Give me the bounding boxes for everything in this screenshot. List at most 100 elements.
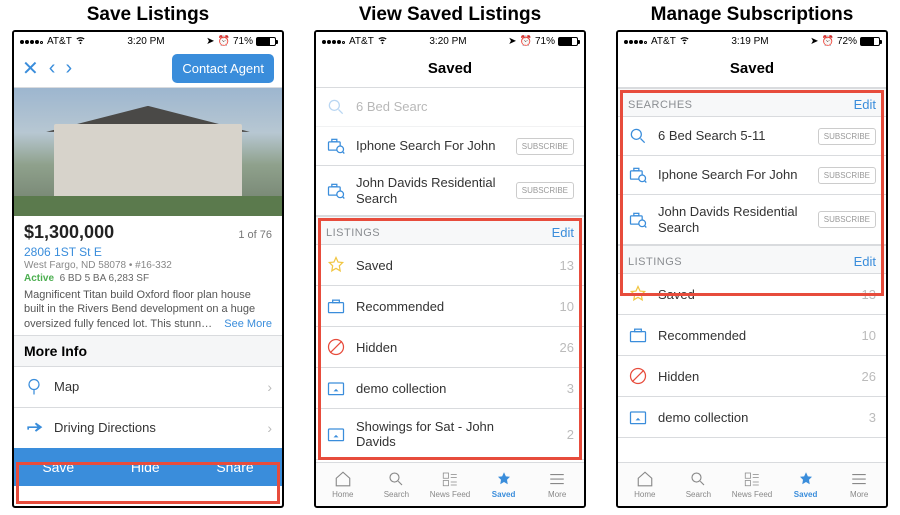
- map-row[interactable]: Map ›: [14, 367, 282, 408]
- briefcase-magnifier-icon: [326, 136, 346, 156]
- clock: 3:20 PM: [429, 36, 466, 47]
- item-count: 3: [567, 381, 574, 396]
- item-count: 26: [862, 369, 876, 384]
- tab-search[interactable]: Search: [672, 463, 726, 506]
- list-item[interactable]: Recommended 10: [316, 286, 584, 327]
- search-row[interactable]: Iphone Search For John SUBSCRIBE: [618, 156, 886, 195]
- star-icon: [326, 255, 346, 275]
- hide-button[interactable]: Hide: [131, 459, 160, 475]
- contact-agent-button[interactable]: Contact Agent: [172, 54, 274, 83]
- tab-saved[interactable]: Saved: [477, 463, 531, 506]
- share-button[interactable]: Share: [216, 459, 253, 475]
- phone-manage-subs: AT&T 3:19 PM ➤ ⏰ 72% Saved SEARCHES Edit…: [616, 30, 888, 508]
- battery-icon: [256, 37, 276, 46]
- search-row[interactable]: John Davids Residential Search SUBSCRIBE: [316, 166, 584, 216]
- tab-search[interactable]: Search: [370, 463, 424, 506]
- searches-header: SEARCHES Edit: [618, 88, 886, 117]
- subscribe-button[interactable]: SUBSCRIBE: [818, 167, 876, 184]
- list-item[interactable]: Showings for Sat - John Davids 2: [316, 409, 584, 460]
- search-label: Iphone Search For John: [356, 138, 506, 154]
- list-item[interactable]: Saved 13: [618, 274, 886, 315]
- list-item[interactable]: demo collection 3: [316, 368, 584, 409]
- directions-icon: [24, 418, 44, 438]
- wifi-icon: [679, 34, 690, 48]
- phone-save-listings: AT&T 3:20 PM ➤ ⏰ 71% ✕ ‹ › Contact Agent: [12, 30, 284, 508]
- edit-link[interactable]: Edit: [854, 254, 876, 269]
- tab-newsfeed[interactable]: News Feed: [423, 463, 477, 506]
- battery-icon: [860, 37, 880, 46]
- tab-more[interactable]: More: [530, 463, 584, 506]
- status-bar: AT&T 3:20 PM ➤ ⏰ 71%: [316, 32, 584, 50]
- close-icon[interactable]: ✕: [22, 56, 39, 81]
- search-label: 6 Bed Searc: [356, 99, 574, 115]
- battery-pct: 72%: [837, 36, 857, 47]
- prev-icon[interactable]: ‹: [49, 57, 56, 80]
- see-more-link[interactable]: See More: [224, 317, 272, 331]
- status-bar: AT&T 3:19 PM ➤ ⏰ 72%: [618, 32, 886, 50]
- subscribe-button[interactable]: SUBSCRIBE: [818, 211, 876, 228]
- hidden-icon: [628, 366, 648, 386]
- search-label: Iphone Search For John: [658, 167, 808, 183]
- item-label: Showings for Sat - John Davids: [356, 419, 506, 449]
- list-item[interactable]: demo collection 3: [618, 397, 886, 438]
- address-line2: West Fargo, ND 58078 • #16-332: [24, 260, 272, 271]
- driving-row[interactable]: Driving Directions ›: [14, 408, 282, 448]
- list-item[interactable]: Recommended 10: [618, 315, 886, 356]
- subscribe-button[interactable]: SUBSCRIBE: [516, 138, 574, 155]
- signal-dots-icon: [20, 36, 44, 47]
- item-count: 10: [862, 328, 876, 343]
- collection-icon: [326, 424, 346, 444]
- save-button[interactable]: Save: [42, 459, 74, 475]
- chevron-right-icon: ›: [267, 379, 272, 395]
- search-row-ghost[interactable]: 6 Bed Searc: [316, 88, 584, 127]
- saved-header: Saved: [316, 50, 584, 88]
- briefcase-magnifier-icon: [326, 181, 346, 201]
- item-label: Hidden: [658, 369, 699, 384]
- column-title-save: Save Listings: [87, 4, 210, 26]
- carrier-label: AT&T: [349, 36, 374, 47]
- magnifier-icon: [326, 97, 346, 117]
- list-item[interactable]: Saved 13: [316, 245, 584, 286]
- item-count: 13: [560, 258, 574, 273]
- search-row[interactable]: Iphone Search For John SUBSCRIBE: [316, 127, 584, 166]
- edit-link[interactable]: Edit: [854, 97, 876, 112]
- listing-photo[interactable]: [14, 88, 282, 216]
- collection-icon: [326, 378, 346, 398]
- item-label: Hidden: [356, 340, 397, 355]
- listings-header: LISTINGS Edit: [618, 245, 886, 274]
- carrier-label: AT&T: [47, 36, 72, 47]
- description: Magnificent Titan build Oxford floor pla…: [24, 288, 272, 331]
- subscribe-button[interactable]: SUBSCRIBE: [818, 128, 876, 145]
- item-count: 10: [560, 299, 574, 314]
- search-row[interactable]: 6 Bed Search 5-11 SUBSCRIBE: [618, 117, 886, 156]
- column-title-manage: Manage Subscriptions: [651, 4, 854, 26]
- tab-newsfeed[interactable]: News Feed: [725, 463, 779, 506]
- tab-home[interactable]: Home: [618, 463, 672, 506]
- tab-bar: Home Search News Feed Saved More: [618, 462, 886, 506]
- list-item[interactable]: Hidden 26: [618, 356, 886, 397]
- tab-saved[interactable]: Saved: [779, 463, 833, 506]
- edit-link[interactable]: Edit: [552, 225, 574, 240]
- status-badge: Active: [24, 273, 54, 284]
- map-label: Map: [54, 379, 79, 394]
- tab-more[interactable]: More: [832, 463, 886, 506]
- briefcase-magnifier-icon: [628, 210, 648, 230]
- price: $1,300,000: [24, 222, 114, 243]
- briefcase-icon: [326, 296, 346, 316]
- more-info-header: More Info: [14, 335, 282, 367]
- alarm-icon: ⏰: [520, 36, 532, 47]
- alarm-icon: ⏰: [822, 36, 834, 47]
- tab-home[interactable]: Home: [316, 463, 370, 506]
- search-label: John Davids Residential Search: [356, 175, 506, 206]
- item-label: demo collection: [356, 381, 446, 396]
- star-icon: [628, 284, 648, 304]
- next-icon[interactable]: ›: [65, 57, 72, 80]
- wifi-icon: [75, 34, 86, 48]
- search-row[interactable]: John Davids Residential Search SUBSCRIBE: [618, 195, 886, 245]
- detail-nav-bar: ✕ ‹ › Contact Agent: [14, 50, 282, 88]
- item-label: demo collection: [658, 410, 748, 425]
- list-item[interactable]: Hidden 26: [316, 327, 584, 368]
- item-label: Saved: [356, 258, 393, 273]
- alarm-icon: ⏰: [218, 36, 230, 47]
- subscribe-button[interactable]: SUBSCRIBE: [516, 182, 574, 199]
